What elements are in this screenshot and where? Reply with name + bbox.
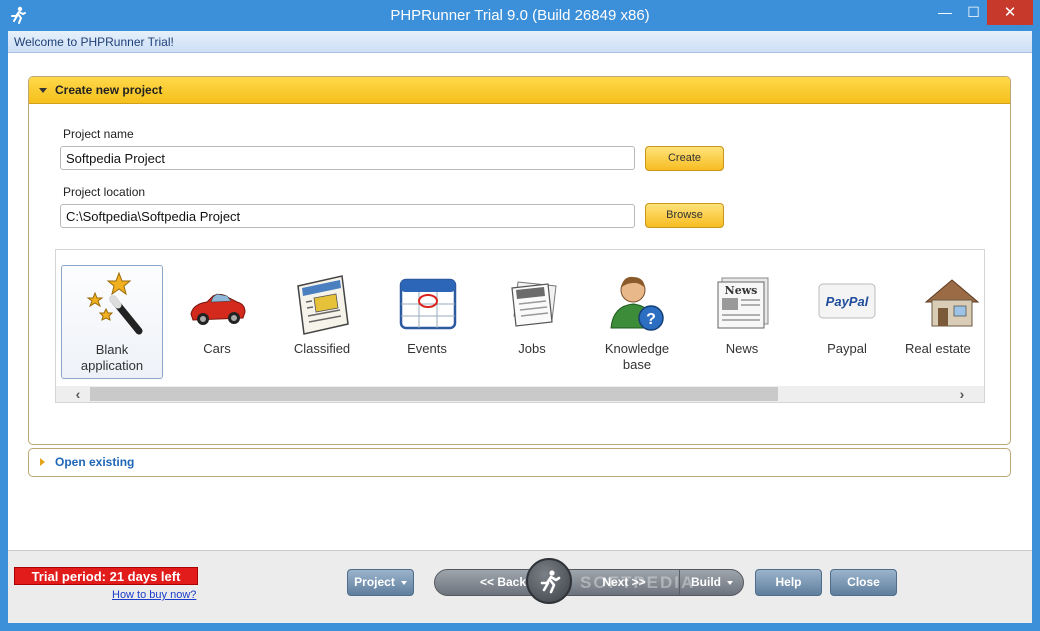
create-project-title: Create new project: [55, 83, 163, 97]
maximize-button[interactable]: ☐: [960, 0, 987, 25]
template-events[interactable]: Events: [376, 265, 478, 379]
welcome-bar: Welcome to PHPRunner Trial!: [8, 31, 1032, 53]
running-man-icon: [540, 570, 561, 594]
template-label: News: [725, 341, 759, 356]
template-label-line2: base: [622, 357, 652, 372]
template-label: Knowledge: [604, 341, 670, 356]
template-cars[interactable]: Cars: [166, 265, 268, 379]
template-label: Cars: [203, 341, 231, 356]
template-jobs[interactable]: Jobs: [481, 265, 583, 379]
template-label: Blank: [95, 342, 129, 357]
create-project-header[interactable]: Create new project: [29, 77, 1010, 104]
news-icon: News: [717, 277, 769, 329]
main-window: Welcome to PHPRunner Trial! Create new p…: [8, 31, 1032, 623]
project-button[interactable]: Project: [347, 569, 414, 596]
chevron-down-icon: [400, 580, 407, 585]
paypal-logo-text: PayPal: [826, 294, 869, 309]
template-knowledge-base[interactable]: ? Knowledge base: [586, 265, 688, 379]
open-existing-title: Open existing: [55, 455, 135, 469]
magic-wand-icon: [86, 271, 143, 335]
project-name-input[interactable]: [60, 146, 635, 170]
open-existing-section[interactable]: Open existing: [28, 448, 1011, 477]
how-to-buy-link[interactable]: How to buy now?: [112, 589, 196, 601]
create-button[interactable]: Create: [645, 146, 724, 171]
project-button-label: Project: [354, 575, 395, 589]
caret-down-icon: [39, 88, 47, 93]
template-label: Real estate: [905, 341, 971, 356]
template-scrollbar[interactable]: ‹ ›: [56, 386, 984, 402]
trial-period-badge: Trial period: 21 days left: [14, 567, 198, 585]
caret-right-icon: [40, 458, 45, 466]
content-area: Create new project Project name Create P…: [8, 53, 1032, 550]
template-label-line2: application: [80, 358, 144, 373]
chevron-down-icon: [727, 580, 733, 585]
help-user-icon: ?: [610, 276, 664, 331]
template-paypal[interactable]: PayPal Paypal: [796, 265, 898, 379]
newspaper-icon: [297, 275, 349, 335]
svg-text:News: News: [725, 284, 758, 297]
paypal-icon: PayPal: [818, 283, 876, 319]
project-location-label: Project location: [63, 185, 146, 199]
template-blank-application[interactable]: Blank application: [61, 265, 163, 379]
create-project-section: Create new project Project name Create P…: [28, 76, 1011, 445]
next-button[interactable]: Next >>: [569, 569, 679, 596]
template-label: Classified: [293, 341, 351, 356]
project-name-label: Project name: [63, 127, 134, 141]
template-label: Events: [407, 341, 447, 356]
close-window-button[interactable]: ✕: [987, 0, 1033, 25]
template-news[interactable]: News News: [691, 265, 793, 379]
jobs-icon: [511, 281, 557, 327]
car-icon: [190, 293, 246, 325]
scroll-thumb[interactable]: [90, 387, 778, 401]
window-title: PHPRunner Trial 9.0 (Build 26849 x86): [390, 7, 650, 24]
scroll-left-icon[interactable]: ‹: [68, 386, 88, 402]
footer-bar: Trial period: 21 days left How to buy no…: [8, 550, 1032, 623]
house-icon: [924, 279, 980, 327]
calendar-icon: [399, 278, 457, 330]
help-button[interactable]: Help: [755, 569, 822, 596]
browse-button[interactable]: Browse: [645, 203, 724, 228]
open-existing-header[interactable]: Open existing: [29, 449, 1010, 476]
template-label: Paypal: [827, 341, 867, 356]
svg-text:?: ?: [646, 311, 656, 328]
title-bar: PHPRunner Trial 9.0 (Build 26849 x86) — …: [0, 0, 1040, 31]
scroll-right-icon[interactable]: ›: [952, 386, 972, 402]
minimize-button[interactable]: —: [930, 0, 960, 25]
build-button-label: Build: [691, 575, 721, 589]
template-classified[interactable]: Classified: [271, 265, 373, 379]
template-real-estate[interactable]: Real estate: [901, 265, 984, 379]
build-button[interactable]: Build: [679, 569, 744, 596]
run-button[interactable]: [526, 558, 572, 604]
project-location-input[interactable]: [60, 204, 635, 228]
close-button[interactable]: Close: [830, 569, 897, 596]
template-label: Jobs: [518, 341, 546, 356]
template-gallery: Blank application Cars Classified Events…: [55, 249, 985, 403]
